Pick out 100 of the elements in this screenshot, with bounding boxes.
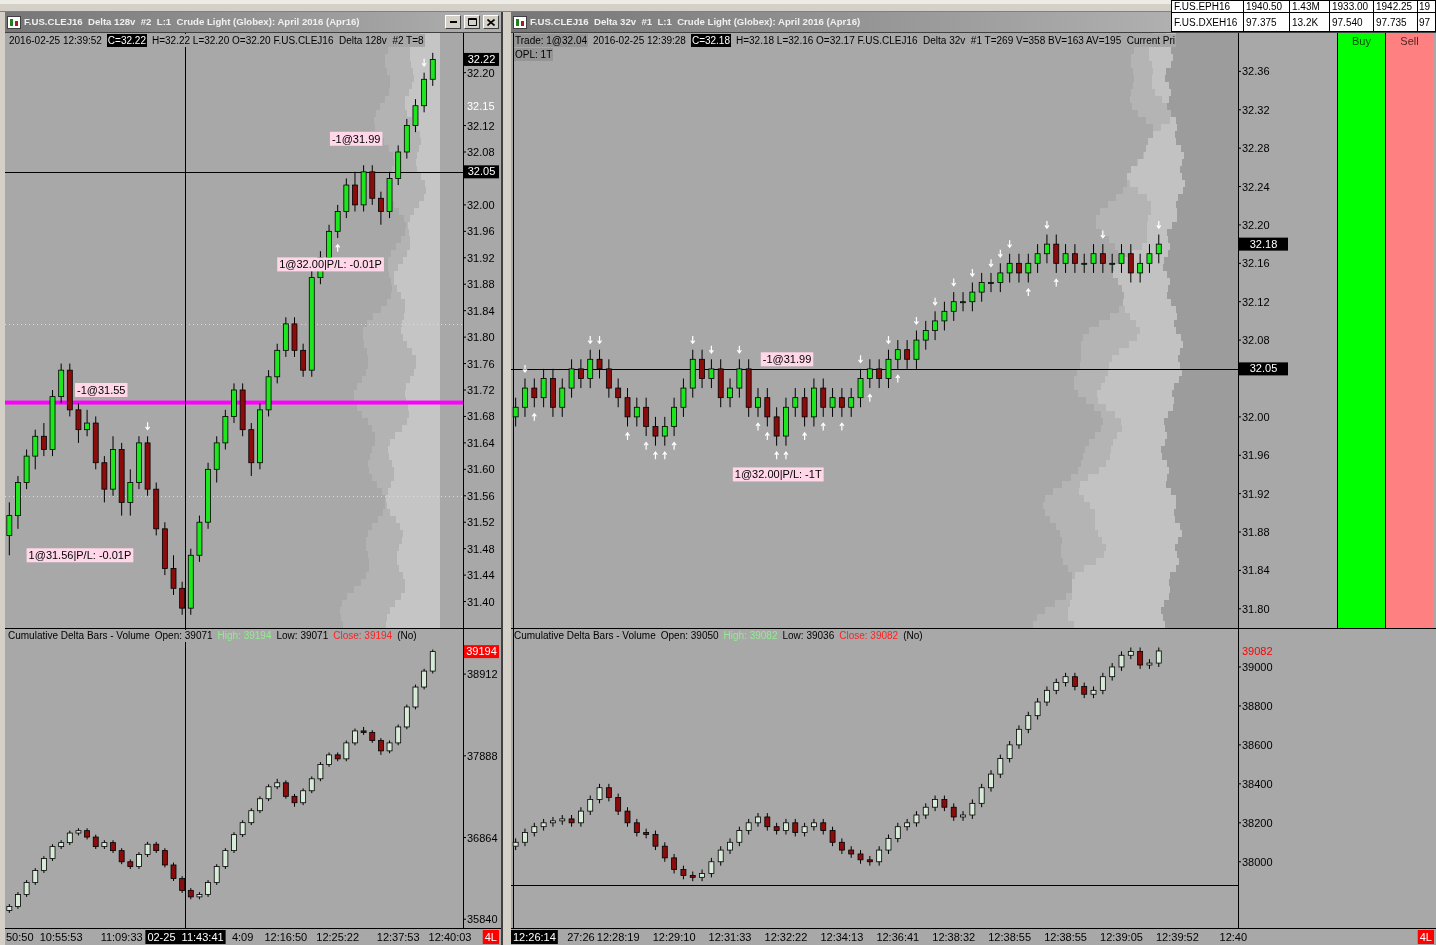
candlestick <box>1016 724 1022 750</box>
candlestick <box>913 810 920 828</box>
down-arrow-icon <box>736 345 742 354</box>
minimize-button[interactable] <box>445 15 461 29</box>
axis-label: 12:32:22 <box>764 931 808 943</box>
axis-label: 32.16 <box>1242 257 1270 270</box>
candlestick <box>876 845 883 867</box>
candlestick <box>239 819 246 838</box>
maximize-button[interactable] <box>464 15 480 29</box>
candlestick <box>15 475 21 530</box>
price-tag: 32.05 <box>1239 362 1288 376</box>
candlestick <box>205 879 211 898</box>
candlestick <box>578 806 584 828</box>
close-button[interactable] <box>483 15 499 29</box>
candlestick <box>1137 253 1144 283</box>
candlestick <box>932 310 938 341</box>
candlestick <box>680 865 687 880</box>
candlestick <box>876 358 883 389</box>
candlestick <box>885 834 892 855</box>
up-arrow-icon <box>802 431 808 441</box>
axis-label: 32.28 <box>1242 142 1270 155</box>
candlestick <box>334 751 341 762</box>
candlestick <box>783 818 789 835</box>
trade-label: -1@31.99 <box>760 352 814 367</box>
candlestick <box>23 879 30 898</box>
candlestick <box>689 349 696 399</box>
candlestick <box>1099 672 1106 695</box>
candlestick <box>352 171 358 212</box>
candlestick <box>144 435 151 497</box>
axis-label: 31.48 <box>467 542 495 555</box>
axis-label: 31.80 <box>467 331 495 344</box>
axis-label: 31.76 <box>467 357 495 370</box>
axis-label: 38400 <box>1242 777 1273 790</box>
down-arrow-icon <box>932 297 938 306</box>
candlestick <box>820 378 827 418</box>
axis-label: 31.92 <box>467 251 495 264</box>
candlestick <box>1034 243 1041 274</box>
axis-label: 12:36:41 <box>876 931 920 943</box>
candlestick <box>118 847 125 865</box>
candlestick <box>49 389 56 457</box>
candlestick <box>326 751 332 768</box>
candlestick <box>84 827 90 840</box>
up-arrow-icon <box>1025 287 1031 297</box>
candlestick <box>624 387 631 427</box>
candlestick <box>522 828 528 847</box>
candlestick <box>969 282 976 312</box>
axis-label: 38000 <box>1242 855 1273 868</box>
candlestick <box>110 839 116 854</box>
table-cell: 97.375 <box>1243 12 1290 32</box>
candlestick <box>633 818 640 837</box>
axis-label: 50:50 <box>6 931 34 943</box>
legend-text: (No) <box>903 630 923 642</box>
candlestick <box>205 462 211 530</box>
table-cell: 1933.00 <box>1329 0 1374 13</box>
candlestick <box>736 358 743 399</box>
table-cell: 1940.50 <box>1243 0 1290 13</box>
candlestick <box>652 830 659 851</box>
candlestick <box>248 807 255 826</box>
axis-label: 31.96 <box>467 225 495 238</box>
axis-label: 32.12 <box>467 119 495 132</box>
info-text: H=32.18 L=32.16 O=32.17 F.US.CLEJ16 Delta 32v #1 T=269 V=358 BV=163 AV=195 Current Pri <box>735 34 1177 47</box>
axis-label: 12:39:52 <box>1156 931 1199 943</box>
axis-label: 31.60 <box>467 463 495 476</box>
candlestick <box>540 818 547 832</box>
down-arrow-icon <box>1156 220 1162 230</box>
candlestick <box>1099 243 1106 274</box>
axis-label: 32.00 <box>467 198 495 211</box>
candlestick <box>1006 253 1013 283</box>
candlestick <box>127 858 134 870</box>
candlestick <box>231 831 237 854</box>
info-text: 2016-02-25 12:39:52 <box>8 34 103 47</box>
candlestick <box>829 826 836 847</box>
candlestick <box>1146 658 1153 670</box>
axis-label: 12:29:10 <box>652 931 696 943</box>
down-arrow-icon <box>988 258 994 268</box>
axis-label: 31.88 <box>1242 526 1270 539</box>
candlestick <box>773 406 780 447</box>
axis-label: 12:16:50 <box>264 931 308 943</box>
axis-label: 32.32 <box>1242 103 1270 116</box>
axis-label: 38800 <box>1242 699 1273 712</box>
axis-label: 39000 <box>1242 660 1273 673</box>
order-button[interactable]: Buy <box>1337 33 1385 628</box>
candlestick <box>1072 672 1078 691</box>
candlestick <box>101 455 108 503</box>
candlestick <box>913 330 920 370</box>
candlestick <box>429 649 436 674</box>
candlestick <box>811 818 817 832</box>
candlestick <box>605 783 612 802</box>
candlestick <box>960 810 966 822</box>
candlestick <box>1006 740 1013 763</box>
candlestick <box>633 397 640 427</box>
price-tag: 32.18 <box>1239 237 1288 251</box>
trade-label: -1@31.99 <box>329 131 383 146</box>
down-arrow-icon <box>421 58 427 67</box>
order-button[interactable]: Sell <box>1385 33 1433 628</box>
candlestick <box>792 818 799 837</box>
candlestick <box>643 397 650 437</box>
axis-label: 10:55:53 <box>39 931 83 943</box>
candlestick <box>550 368 556 418</box>
candlestick <box>605 358 612 399</box>
